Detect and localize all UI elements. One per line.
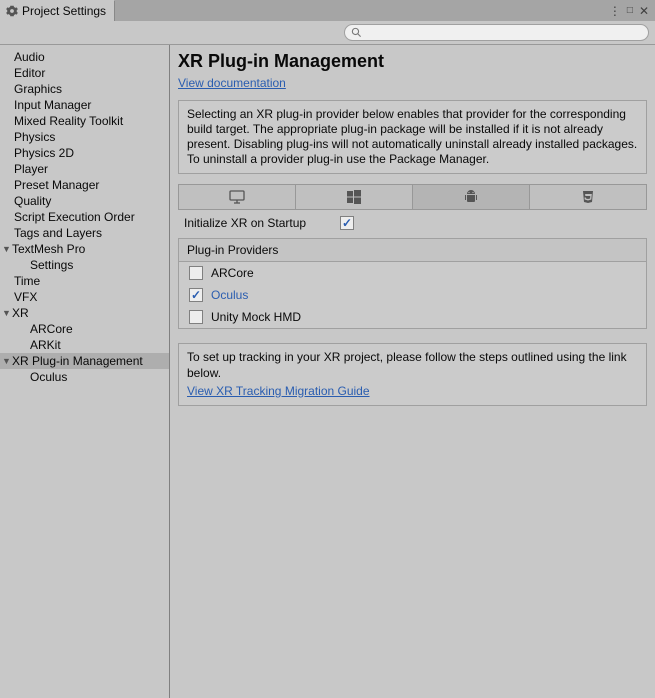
sidebar-item-tags-and-layers[interactable]: Tags and Layers [0,225,169,241]
sidebar-item-editor[interactable]: Editor [0,65,169,81]
settings-gear-icon [6,5,18,17]
provider-arcore-checkbox[interactable] [189,266,203,280]
plugin-providers-header: Plug-in Providers [179,239,646,262]
provider-arcore-label: ARCore [211,266,254,280]
sidebar-item-xr[interactable]: ▼XR [0,305,169,321]
tracking-migration-guide-link[interactable]: View XR Tracking Migration Guide [187,384,370,400]
search-box[interactable] [344,24,649,41]
kebab-menu-icon[interactable]: ⋮ [609,4,621,18]
platform-tab-android[interactable] [413,184,530,210]
search-input[interactable] [365,27,642,39]
window-tab[interactable]: Project Settings [0,0,115,21]
tracking-info-text: To set up tracking in your XR project, p… [187,350,638,381]
settings-sidebar: Audio Editor Graphics Input Manager Mixe… [0,45,170,698]
provider-row-unity-mock-hmd: Unity Mock HMD [179,306,646,328]
sidebar-item-audio[interactable]: Audio [0,49,169,65]
provider-oculus-checkbox[interactable] [189,288,203,302]
windows-icon [347,190,361,204]
caret-down-icon: ▼ [2,308,12,318]
sidebar-item-input-manager[interactable]: Input Manager [0,97,169,113]
platform-tab-webgl[interactable] [530,184,647,210]
maximize-icon[interactable]: □ [627,5,633,16]
caret-down-icon: ▼ [2,244,12,254]
close-icon[interactable]: ✕ [639,4,649,18]
search-row [0,21,655,45]
initialize-xr-label: Initialize XR on Startup [184,216,340,230]
caret-down-icon: ▼ [2,356,12,366]
sidebar-item-textmesh-settings[interactable]: Settings [0,257,169,273]
provider-row-arcore: ARCore [179,262,646,284]
sidebar-item-physics[interactable]: Physics [0,129,169,145]
search-icon [351,27,362,38]
sidebar-item-textmesh-pro[interactable]: ▼TextMesh Pro [0,241,169,257]
initialize-xr-row: Initialize XR on Startup [178,210,647,236]
sidebar-item-mixed-reality-toolkit[interactable]: Mixed Reality Toolkit [0,113,169,129]
provider-oculus-label: Oculus [211,288,248,302]
sidebar-item-script-execution-order[interactable]: Script Execution Order [0,209,169,225]
sidebar-item-arcore[interactable]: ARCore [0,321,169,337]
page-title: XR Plug-in Management [178,51,647,72]
sidebar-item-preset-manager[interactable]: Preset Manager [0,177,169,193]
platform-tabs [178,184,647,210]
sidebar-item-vfx[interactable]: VFX [0,289,169,305]
tracking-info-box: To set up tracking in your XR project, p… [178,343,647,406]
sidebar-item-physics-2d[interactable]: Physics 2D [0,145,169,161]
android-icon [464,190,478,204]
provider-unity-mock-hmd-label: Unity Mock HMD [211,310,301,324]
platform-tab-standalone[interactable] [178,184,296,210]
sidebar-item-xr-plugin-management[interactable]: ▼XR Plug-in Management [0,353,169,369]
sidebar-item-time[interactable]: Time [0,273,169,289]
initialize-xr-checkbox[interactable] [340,216,354,230]
sidebar-item-oculus[interactable]: Oculus [0,369,169,385]
html5-icon [581,190,595,204]
view-documentation-link[interactable]: View documentation [178,76,286,90]
sidebar-item-player[interactable]: Player [0,161,169,177]
plugin-providers-box: Plug-in Providers ARCore Oculus Unity Mo… [178,238,647,329]
sidebar-item-graphics[interactable]: Graphics [0,81,169,97]
sidebar-item-arkit[interactable]: ARKit [0,337,169,353]
provider-unity-mock-hmd-checkbox[interactable] [189,310,203,324]
sidebar-item-quality[interactable]: Quality [0,193,169,209]
info-message: Selecting an XR plug-in provider below e… [178,100,647,174]
window-title: Project Settings [22,4,106,18]
provider-row-oculus: Oculus [179,284,646,306]
main-panel: XR Plug-in Management View documentation… [170,45,655,698]
platform-tab-windows[interactable] [296,184,413,210]
monitor-icon [229,190,245,204]
